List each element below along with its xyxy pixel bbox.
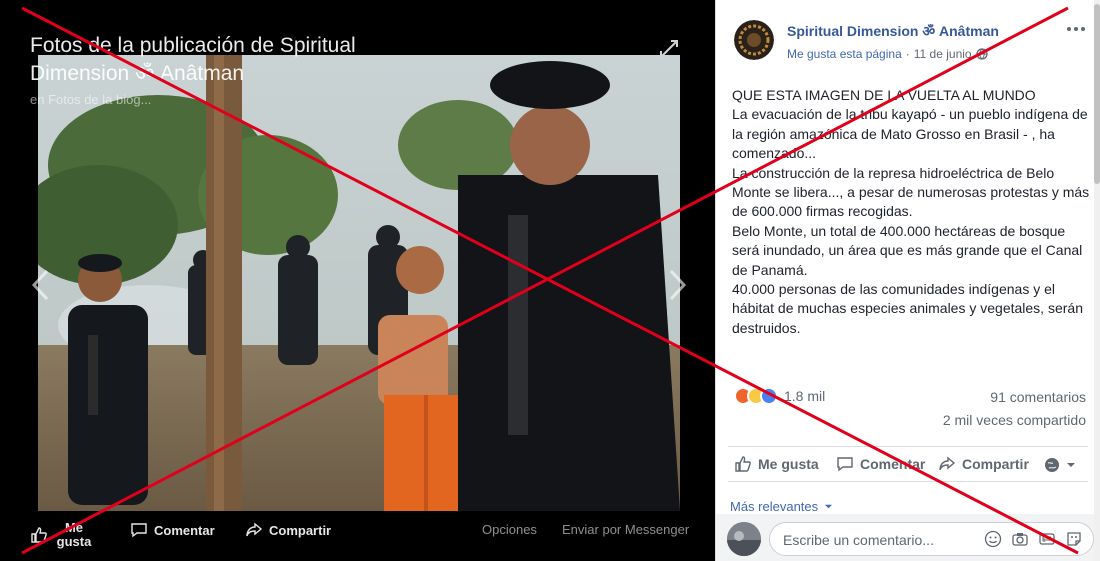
comment-input-icons [984, 530, 1083, 548]
viewer-comment-label: Comentar [154, 522, 215, 538]
viewer-messenger-link[interactable]: Enviar por Messenger [562, 522, 689, 537]
reactions-summary[interactable]: 1.8 mil [734, 387, 825, 405]
share-icon [246, 522, 263, 537]
viewer-comment-button[interactable]: Comentar [130, 521, 215, 539]
viewer-share-button[interactable]: Compartir [245, 521, 331, 539]
like-reaction-icon [760, 387, 778, 405]
gif-icon[interactable] [1038, 530, 1056, 548]
audience-selector[interactable] [1044, 457, 1076, 473]
post-photo[interactable] [38, 55, 680, 511]
share-button[interactable]: Compartir [938, 455, 1029, 473]
comment-placeholder: Escribe un comentario... [783, 532, 934, 548]
caret-down-icon [825, 504, 833, 509]
viewer-like-label: Me gusta [56, 520, 92, 549]
viewer-like-button[interactable]: Me gusta [30, 521, 94, 549]
more-icon[interactable] [1064, 22, 1088, 36]
globe-icon [975, 48, 988, 60]
page-name-link[interactable]: Spiritual Dimension ॐ Anâtman [787, 22, 999, 41]
comments-count-link[interactable]: 91 comentarios [990, 389, 1086, 405]
post-paragraph: 40.000 personas de las comunidades indíg… [732, 281, 1083, 336]
post-text: QUE ESTA IMAGEN DE LA VUELTA AL MUNDO La… [732, 86, 1090, 338]
post-paragraph: La evacuación de la tribu kayapó - un pu… [732, 106, 1088, 162]
shares-count-link[interactable]: 2 mil veces compartido [943, 412, 1086, 428]
viewer-action-bar: Me gusta Comentar Compartir Opciones Env… [0, 511, 715, 561]
expand-icon[interactable] [658, 38, 680, 60]
post-meta: Me gusta esta página · 11 de junio [787, 47, 988, 61]
sticker-icon[interactable] [1065, 530, 1083, 548]
viewer-share-label: Compartir [269, 522, 332, 538]
share-label: Compartir [962, 456, 1029, 472]
panel-scrollbar[interactable] [1094, 0, 1100, 561]
emoji-icon[interactable] [984, 530, 1002, 548]
page-avatar[interactable] [734, 20, 774, 60]
comment-button[interactable]: Comentar [836, 455, 925, 473]
meta-separator: · [905, 47, 910, 61]
thumbs-up-icon [735, 456, 751, 472]
like-button[interactable]: Me gusta [734, 455, 819, 473]
post-date[interactable]: 11 de junio [914, 47, 972, 61]
viewer-options-link[interactable]: Opciones [482, 522, 537, 537]
comment-icon [837, 457, 853, 472]
like-page-link[interactable]: Me gusta esta página [787, 47, 902, 61]
sort-label: Más relevantes [730, 499, 819, 514]
globe-icon [1045, 458, 1059, 472]
share-icon [939, 456, 956, 471]
camera-icon[interactable] [1011, 530, 1029, 548]
chevron-left-icon[interactable] [30, 268, 50, 302]
comment-input[interactable]: Escribe un comentario... [769, 522, 1094, 556]
facebook-photo-viewer: Fotos de la publicación de Spiritual Dim… [0, 0, 1100, 561]
viewer-subtitle[interactable]: en Fotos de la biog... [30, 92, 151, 107]
thumbs-up-icon [31, 527, 47, 543]
comment-label: Comentar [860, 456, 926, 472]
comment-composer: Escribe un comentario... [716, 514, 1100, 561]
reactions-count: 1.8 mil [784, 388, 826, 404]
caret-down-icon [1067, 463, 1075, 467]
comment-icon [131, 523, 147, 538]
post-paragraph: La construcción de la represa hidroeléct… [732, 164, 1090, 220]
scrollbar-thumb[interactable] [1094, 4, 1100, 184]
chevron-right-icon[interactable] [668, 268, 688, 302]
photo-viewer: Fotos de la publicación de Spiritual Dim… [0, 0, 715, 561]
viewer-title: Fotos de la publicación de Spiritual Dim… [30, 34, 356, 85]
like-label: Me gusta [758, 456, 819, 472]
post-actions-bar: Me gusta Comentar Compartir [728, 446, 1088, 482]
post-panel: Spiritual Dimension ॐ Anâtman Me gusta e… [715, 0, 1100, 561]
sort-comments-dropdown[interactable]: Más relevantes [730, 499, 833, 514]
post-paragraph: QUE ESTA IMAGEN DE LA VUELTA AL MUNDO [732, 87, 1036, 103]
user-avatar[interactable] [727, 522, 761, 556]
post-paragraph: Belo Monte, un total de 400.000 hectárea… [732, 222, 1083, 278]
